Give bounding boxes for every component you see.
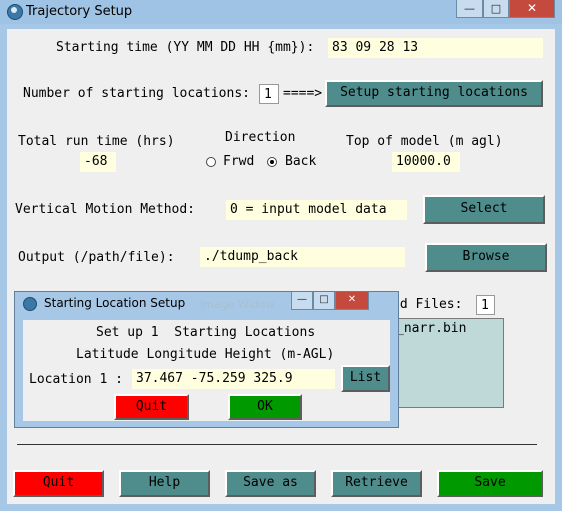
main-panel: Starting time (YY MM DD HH {mm}): 83 09 … bbox=[7, 29, 555, 504]
dialog-panel: Set up 1 Starting Locations Latitude Lon… bbox=[23, 320, 390, 421]
help-button[interactable]: Help bbox=[119, 470, 210, 497]
window-title: Trajectory Setup bbox=[26, 4, 133, 19]
run-time-input[interactable]: -68 bbox=[80, 152, 116, 172]
files-list-item[interactable]: _narr.bin bbox=[396, 321, 466, 336]
title-bar[interactable]: Trajectory Setup — □ ✕ bbox=[0, 0, 562, 24]
dialog-quit-button[interactable]: Quit bbox=[114, 394, 189, 420]
output-input[interactable]: ./tdump_back bbox=[200, 247, 405, 267]
vertical-motion-label: Vertical Motion Method: bbox=[15, 202, 196, 217]
files-label: ed Files: bbox=[392, 297, 463, 312]
setup-locations-button[interactable]: Setup starting locations bbox=[325, 80, 543, 107]
list-button[interactable]: List bbox=[341, 365, 390, 392]
dialog-heading-2: Latitude Longitude Height (m-AGL) bbox=[76, 347, 335, 362]
dialog-ok-button[interactable]: OK bbox=[228, 394, 302, 420]
start-time-label: Starting time (YY MM DD HH {mm}): bbox=[56, 40, 315, 55]
radio-back-label: Back bbox=[285, 154, 317, 169]
browse-button[interactable]: Browse bbox=[425, 243, 547, 272]
run-time-label: Total run time (hrs) bbox=[18, 134, 175, 149]
radio-forward-label: Frwd bbox=[223, 154, 255, 169]
output-label: Output (/path/file): bbox=[18, 250, 175, 265]
trajectory-setup-window: Trajectory Setup — □ ✕ Starting time (YY… bbox=[0, 0, 562, 511]
top-of-model-input[interactable]: 10000.0 bbox=[392, 152, 460, 172]
files-count-input[interactable]: 1 bbox=[476, 295, 495, 315]
starting-location-dialog: Starting Location Setup Image Widow — □ … bbox=[14, 291, 399, 428]
dialog-maximize-button[interactable]: □ bbox=[313, 292, 335, 310]
num-locations-label: Number of starting locations: bbox=[23, 86, 250, 101]
arrow-text: ====> bbox=[283, 86, 323, 101]
quit-button[interactable]: Quit bbox=[13, 470, 104, 497]
select-button[interactable]: Select bbox=[423, 195, 545, 224]
radio-forward[interactable] bbox=[206, 157, 216, 167]
location-label: Location 1 : bbox=[29, 372, 123, 387]
num-locations-input[interactable]: 1 bbox=[259, 84, 279, 104]
save-as-button[interactable]: Save as bbox=[225, 470, 316, 497]
separator bbox=[17, 444, 537, 445]
close-button[interactable]: ✕ bbox=[509, 0, 555, 18]
app-icon bbox=[7, 4, 23, 20]
location-input[interactable]: 37.467 -75.259 325.9 bbox=[132, 369, 335, 389]
ghost-window-title: Image Widow bbox=[200, 298, 275, 311]
dialog-app-icon bbox=[23, 297, 37, 311]
vertical-motion-input[interactable]: 0 = input model data bbox=[226, 200, 407, 220]
radio-back[interactable] bbox=[267, 157, 277, 167]
save-button[interactable]: Save bbox=[437, 470, 543, 497]
dialog-heading-1: Set up 1 Starting Locations bbox=[96, 325, 316, 340]
dialog-title: Starting Location Setup bbox=[44, 296, 186, 310]
retrieve-button[interactable]: Retrieve bbox=[331, 470, 422, 497]
direction-label: Direction bbox=[225, 130, 296, 145]
files-listbox[interactable]: _narr.bin bbox=[392, 318, 504, 408]
dialog-close-button[interactable]: ✕ bbox=[335, 292, 369, 310]
top-of-model-label: Top of model (m agl) bbox=[346, 134, 503, 149]
start-time-input[interactable]: 83 09 28 13 bbox=[328, 38, 543, 58]
dialog-minimize-button[interactable]: — bbox=[291, 292, 313, 310]
maximize-button[interactable]: □ bbox=[483, 0, 509, 18]
minimize-button[interactable]: — bbox=[456, 0, 483, 18]
